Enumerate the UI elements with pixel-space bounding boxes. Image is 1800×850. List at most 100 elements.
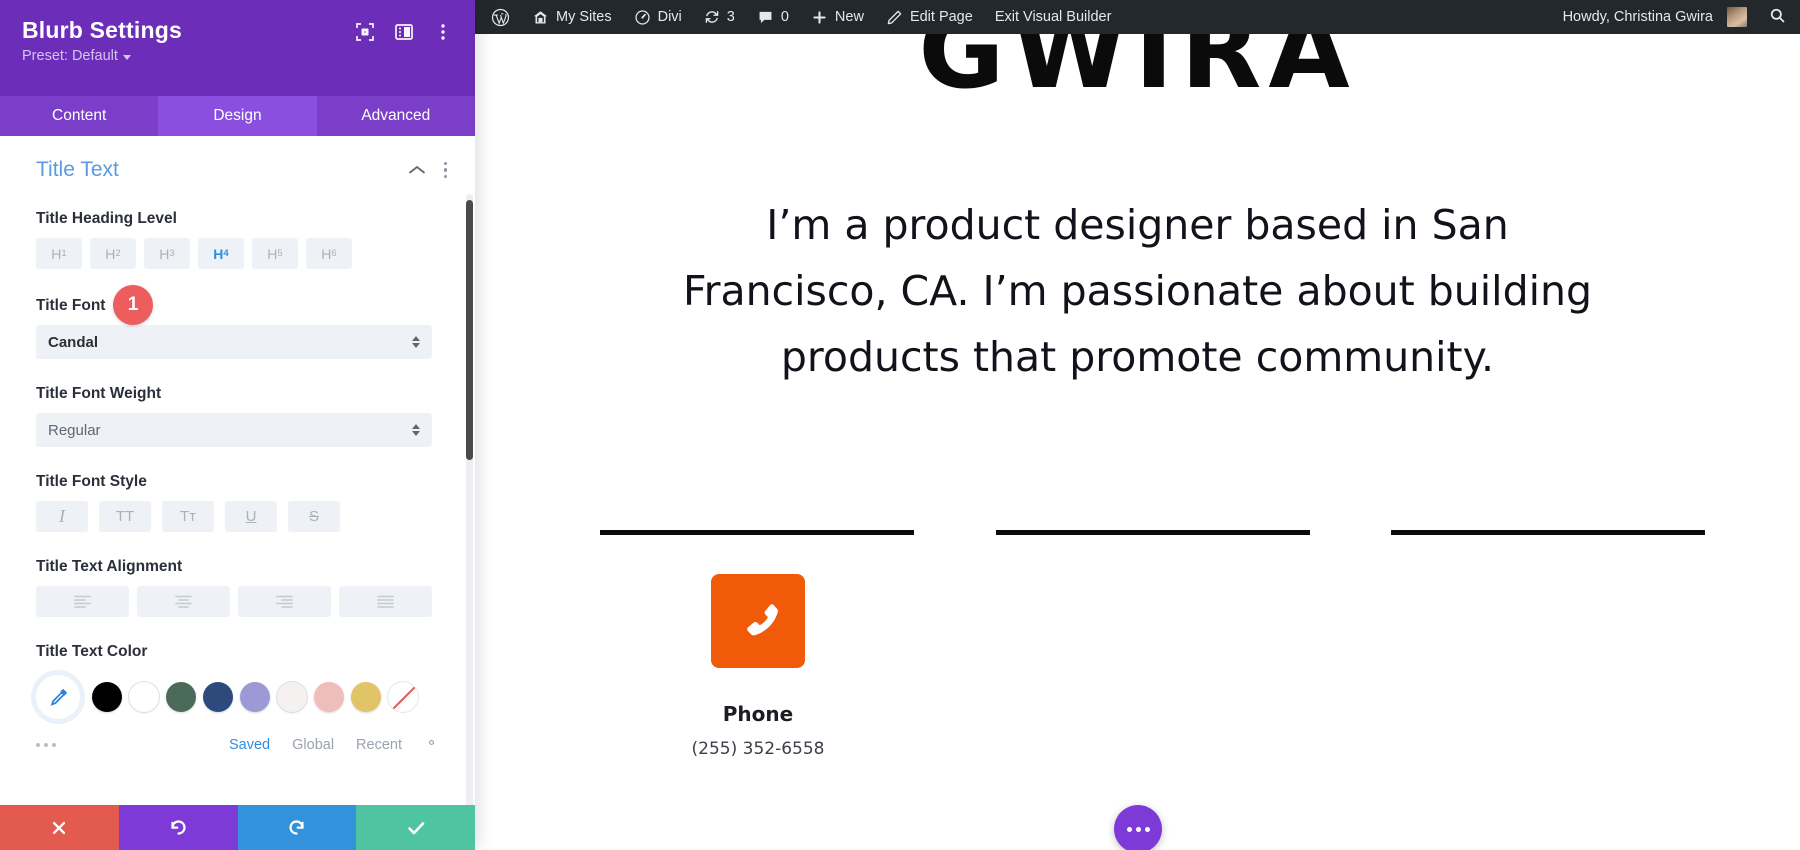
small-caps-icon[interactable]: Tᴛ	[162, 501, 214, 532]
admin-bar-divi-label: Divi	[657, 9, 682, 25]
label-title-text-alignment: Title Text Alignment	[36, 558, 183, 575]
title-font-value: Candal	[48, 333, 99, 351]
heading-level-h1[interactable]: H1	[36, 238, 82, 269]
blurb-module-phone[interactable]: Phone (255) 352-6558	[601, 574, 915, 759]
chevron-updown-icon	[412, 424, 420, 436]
admin-bar-exit-visual-builder[interactable]: Exit Visual Builder	[995, 9, 1112, 25]
admin-bar-new[interactable]: New	[811, 9, 864, 26]
color-swatch-offwhite[interactable]	[277, 682, 307, 712]
title-font-weight-select[interactable]: Regular	[36, 413, 432, 447]
settings-panel-body: Title Text Title Heading Level H1 H 2 H …	[0, 136, 475, 805]
gear-icon[interactable]	[424, 735, 439, 755]
admin-bar-divi[interactable]: Divi	[634, 9, 682, 26]
heading-level-h2[interactable]: H2	[90, 238, 136, 269]
preset-selector[interactable]: Preset: Default	[22, 48, 131, 64]
blurb-title: Phone	[722, 702, 794, 726]
settings-panel-header: Blurb Settings Preset: Default	[0, 0, 475, 96]
divider-row	[600, 530, 1705, 535]
panel-title: Blurb Settings	[22, 17, 182, 43]
blurb-subtitle: (255) 352-6558	[691, 739, 825, 759]
admin-bar-comments-count: 0	[780, 9, 789, 25]
field-title-heading-level: Title Heading Level H1 H2 H3 H4 H5 H6	[0, 210, 475, 269]
page-preview-area: My Sites Divi 3 0 New Edit Page Exit Vis…	[475, 0, 1800, 850]
search-icon[interactable]	[1769, 7, 1786, 28]
admin-bar-updates-count: 3	[726, 9, 735, 25]
field-title-font: Title Font 1 Candal	[0, 285, 475, 359]
save-button[interactable]	[356, 805, 475, 850]
kebab-menu-icon[interactable]	[433, 22, 453, 42]
heading-level-button-group: H1 H2 H3 H4 H5 H6	[36, 238, 439, 269]
color-swatch-purple[interactable]	[240, 682, 270, 712]
color-swatch-gold[interactable]	[351, 682, 381, 712]
focus-target-icon[interactable]	[355, 22, 375, 42]
heading-level-h6[interactable]: H6	[306, 238, 352, 269]
palette-tab-recent[interactable]: Recent	[356, 737, 402, 753]
ellipsis-icon[interactable]	[36, 743, 56, 747]
chevron-up-icon[interactable]	[408, 164, 426, 176]
heading-level-h4[interactable]: H4	[198, 238, 244, 269]
color-palette-footer: Saved Global Recent	[0, 735, 475, 755]
underline-icon[interactable]: U	[225, 501, 277, 532]
intro-paragraph[interactable]: I’m a product designer based in San Fran…	[678, 192, 1598, 390]
divi-visual-builder: Blurb Settings Preset: Default Content D…	[0, 0, 1800, 850]
site-wordmark: GWIRA	[918, 34, 1357, 112]
page-settings-fab[interactable]	[1114, 805, 1162, 850]
admin-bar-account[interactable]: Howdy, Christina Gwira	[1563, 9, 1713, 25]
section-kebab-menu-icon[interactable]	[443, 161, 447, 179]
field-title-text-color: Title Text Color	[0, 643, 475, 719]
preset-label: Preset: Default	[22, 48, 118, 64]
divider-line	[1391, 530, 1705, 535]
user-avatar[interactable]	[1727, 7, 1747, 27]
page-canvas: GWIRA I’m a product designer based in Sa…	[475, 34, 1800, 850]
align-justify-icon[interactable]	[339, 586, 432, 617]
strikethrough-icon[interactable]: S	[288, 501, 340, 532]
color-swatch-white[interactable]	[129, 682, 159, 712]
wordpress-admin-bar: My Sites Divi 3 0 New Edit Page Exit Vis…	[475, 0, 1800, 34]
cancel-button[interactable]	[0, 805, 119, 850]
align-center-icon[interactable]	[137, 586, 230, 617]
tab-design[interactable]: Design	[158, 96, 317, 136]
italic-icon[interactable]: I	[36, 501, 88, 532]
title-font-select[interactable]: Candal	[36, 325, 432, 359]
uppercase-icon[interactable]: TT	[99, 501, 151, 532]
color-swatch-green[interactable]	[166, 682, 196, 712]
admin-bar-new-label: New	[834, 9, 864, 25]
color-swatch-black[interactable]	[92, 682, 122, 712]
admin-bar-comments[interactable]: 0	[757, 9, 789, 26]
palette-tab-saved[interactable]: Saved	[229, 737, 270, 753]
admin-bar-updates[interactable]: 3	[704, 9, 735, 25]
color-swatch-none[interactable]	[388, 682, 418, 712]
field-title-font-style: Title Font Style I TT Tᴛ U S	[0, 473, 475, 532]
blurb-settings-panel: Blurb Settings Preset: Default Content D…	[0, 0, 475, 850]
divider-line	[995, 530, 1310, 535]
color-swatch-navy[interactable]	[203, 682, 233, 712]
admin-bar-my-sites-label: My Sites	[556, 9, 612, 25]
tab-content[interactable]: Content	[0, 96, 159, 136]
align-left-icon[interactable]	[36, 586, 129, 617]
tab-advanced[interactable]: Advanced	[316, 96, 475, 136]
heading-level-h5[interactable]: H5	[252, 238, 298, 269]
palette-tab-global[interactable]: Global	[292, 737, 334, 753]
admin-bar-my-sites[interactable]: My Sites	[532, 9, 612, 26]
step-badge-1: 1	[113, 285, 153, 325]
field-title-font-weight: Title Font Weight Regular	[0, 385, 475, 447]
heading-level-h3[interactable]: H3	[144, 238, 190, 269]
admin-bar-edit-page[interactable]: Edit Page	[886, 9, 973, 26]
color-swatch-pink[interactable]	[314, 682, 344, 712]
alignment-button-group	[36, 586, 439, 617]
font-style-button-group: I TT Tᴛ U S	[36, 501, 439, 532]
label-title-font: Title Font	[36, 297, 106, 314]
admin-bar-edit-page-label: Edit Page	[909, 9, 973, 25]
admin-bar-greeting: Howdy, Christina Gwira	[1562, 9, 1713, 25]
layout-panel-icon[interactable]	[394, 22, 414, 42]
section-title-title-text: Title Text	[36, 158, 119, 181]
label-title-heading-level: Title Heading Level	[36, 210, 177, 227]
align-right-icon[interactable]	[238, 586, 331, 617]
ellipsis-icon	[1126, 826, 1150, 832]
wordpress-logo-icon[interactable]	[491, 8, 510, 27]
redo-button[interactable]	[237, 805, 357, 850]
eyedropper-icon[interactable]	[36, 675, 80, 719]
divider-line	[600, 530, 914, 535]
undo-button[interactable]	[118, 805, 238, 850]
field-title-text-alignment: Title Text Alignment	[0, 558, 475, 617]
